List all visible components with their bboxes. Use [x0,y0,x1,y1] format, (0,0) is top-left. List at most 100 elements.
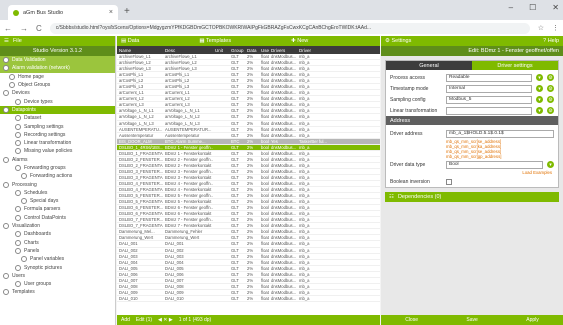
dependencies-header[interactable]: ☷ Dependencies (0) [385,192,559,202]
tree-item[interactable]: Dashboards [0,230,115,238]
driver-address-row: Driver address mb_a_1$HOLD.5.1$.0.1$ [386,128,558,139]
maximize-icon[interactable]: ☐ [529,3,536,12]
table-cell: DSLBO_6_FENSTER... [119,205,163,211]
forward-icon[interactable]: → [20,24,28,33]
pager-icon[interactable]: ◀ ✕ ▶ [158,317,173,323]
column-header[interactable]: Group [229,48,245,53]
form-select[interactable]: Internal [446,84,532,93]
column-header[interactable]: Name [117,48,163,53]
dropdown-icon[interactable]: ▾ [536,96,543,103]
tree-item[interactable]: Object Groups [0,81,115,89]
close-window-icon[interactable]: ✕ [552,3,559,12]
table-cell: dnsModbus... [271,102,297,108]
column-header[interactable]: Data [245,48,259,53]
tree-item[interactable]: Formula parsers [0,205,115,213]
edit-link-icon[interactable]: ⚙ [547,74,554,81]
column-header[interactable]: User [259,48,269,53]
table-cell: mb_a [299,150,310,156]
tree-item[interactable]: Control DataPoints [0,214,115,222]
edit-link-icon[interactable]: ⚙ [547,107,554,114]
edit-link-icon[interactable]: ⚙ [547,85,554,92]
minimize-icon[interactable]: – [509,3,513,12]
tree-item[interactable]: Sampling settings [0,122,115,130]
data-type-dropdown-icon[interactable]: ▾ [547,161,554,168]
tree-item[interactable]: Missing value policies [0,147,115,155]
table-cell: float [261,120,269,126]
table-cell: float [261,90,269,96]
browser-tab[interactable]: aGm Bus Studio × [8,5,118,20]
tree-item[interactable]: Alarm validation (network) [0,64,115,73]
boolean-checkbox[interactable] [446,178,452,185]
dependencies-icon: ☷ [389,194,394,200]
column-header[interactable]: Driver [297,48,337,53]
tree-item[interactable]: Recording settings [0,131,115,139]
dropdown-icon[interactable]: ▾ [536,107,543,114]
form-select[interactable]: Modbus_5 [446,95,532,104]
menu-icon[interactable]: ⋮ [552,24,559,32]
tree-item[interactable]: Charts [0,239,115,247]
url-field[interactable]: c/Sbbbs/studio.html?oys/bScens/Options=M… [49,22,530,34]
tree-item[interactable]: Templates [0,288,115,296]
dropdown-icon[interactable]: ▾ [536,85,543,92]
tree-item[interactable]: Home page [0,73,115,81]
edit-button[interactable]: Edit (1) [136,317,152,323]
tree-item[interactable]: Datapoints [0,105,115,115]
tree-item[interactable]: Visualization [0,222,115,230]
table-cell: DALI_004 [165,259,184,265]
tree-item[interactable]: Special days [0,197,115,205]
tree-item[interactable]: User groups [0,280,115,288]
form-select[interactable] [446,106,532,115]
tree-item[interactable]: Devices [0,89,115,97]
column-header[interactable]: Unit [213,48,229,53]
form-select[interactable]: Readable [446,73,532,82]
edit-link-icon[interactable]: ⚙ [547,96,554,103]
table-cell: dnsModbus... [271,277,297,283]
tree-item[interactable]: Linear transformation [0,139,115,147]
tree-item[interactable]: Forwarding actions [0,172,115,180]
column-header[interactable]: Drivers [269,48,297,53]
tree-node-icon [15,131,21,138]
tree-item[interactable]: Panel variables [0,255,115,263]
close-tab-icon[interactable]: × [109,9,113,16]
tree-item[interactable]: Processing [0,180,115,188]
star-icon[interactable]: ☆ [538,24,544,32]
table-row[interactable]: DALI_010 DALI_010 GLT 2% float dnsModbus... mb… [117,296,380,302]
tree-item[interactable]: Dataset [0,114,115,122]
reload-icon[interactable]: C [36,24,42,33]
tree-item[interactable]: Synoptic pictures [0,263,115,271]
favicon-icon [13,9,19,16]
column-header[interactable]: Desc [163,48,213,53]
tree-item[interactable]: Forwarding groups [0,164,115,172]
dropdown-icon[interactable]: ▾ [536,74,543,81]
tab-driver-settings[interactable]: Driver settings [472,61,558,70]
data-type-select[interactable]: Bool [446,160,543,169]
tree-item[interactable]: Alarms [0,156,115,164]
data-type-label: Driver data type [390,161,426,168]
tree-item-label: Forwarding actions [30,173,73,180]
add-button[interactable]: Add [121,317,130,323]
address-bar-row: ← → C c/Sbbbs/studio.html?oys/bScens/Opt… [0,20,563,36]
data-tab[interactable]: ▤ Data [121,38,139,44]
tree-item[interactable]: Schedules [0,189,115,197]
tree-item[interactable]: Data Validation [0,56,115,65]
new-tab-label: New [297,38,309,44]
table-cell: 2% [247,162,254,168]
tree-item[interactable]: Users [0,272,115,280]
help-tab[interactable]: ? Help [543,38,559,44]
close-button[interactable]: Close [405,317,418,323]
file-header[interactable]: ☰ File [0,36,115,46]
new-tab-icon[interactable]: + [124,6,130,17]
tree-item[interactable]: Panels [0,247,115,255]
tree-item[interactable]: Device types [0,97,115,105]
settings-tab[interactable]: ⚙ Settings [385,38,411,44]
templates-tab[interactable]: ▦ Templates [199,38,231,44]
save-button[interactable]: Save [466,317,477,323]
back-icon[interactable]: ← [4,24,12,33]
driver-address-input[interactable]: mb_a_1$HOLD.5.1$.0.1$ [446,129,554,138]
table-cell: arVoltage_L_N_L2 [165,114,200,120]
table-cell: archiveFlowe_L3 [165,66,197,72]
tab-general[interactable]: General [386,61,472,70]
table-cell: arCurrent_L3 [165,102,190,108]
new-tab[interactable]: ✚ New [291,38,308,44]
apply-button[interactable]: Apply [526,317,539,323]
